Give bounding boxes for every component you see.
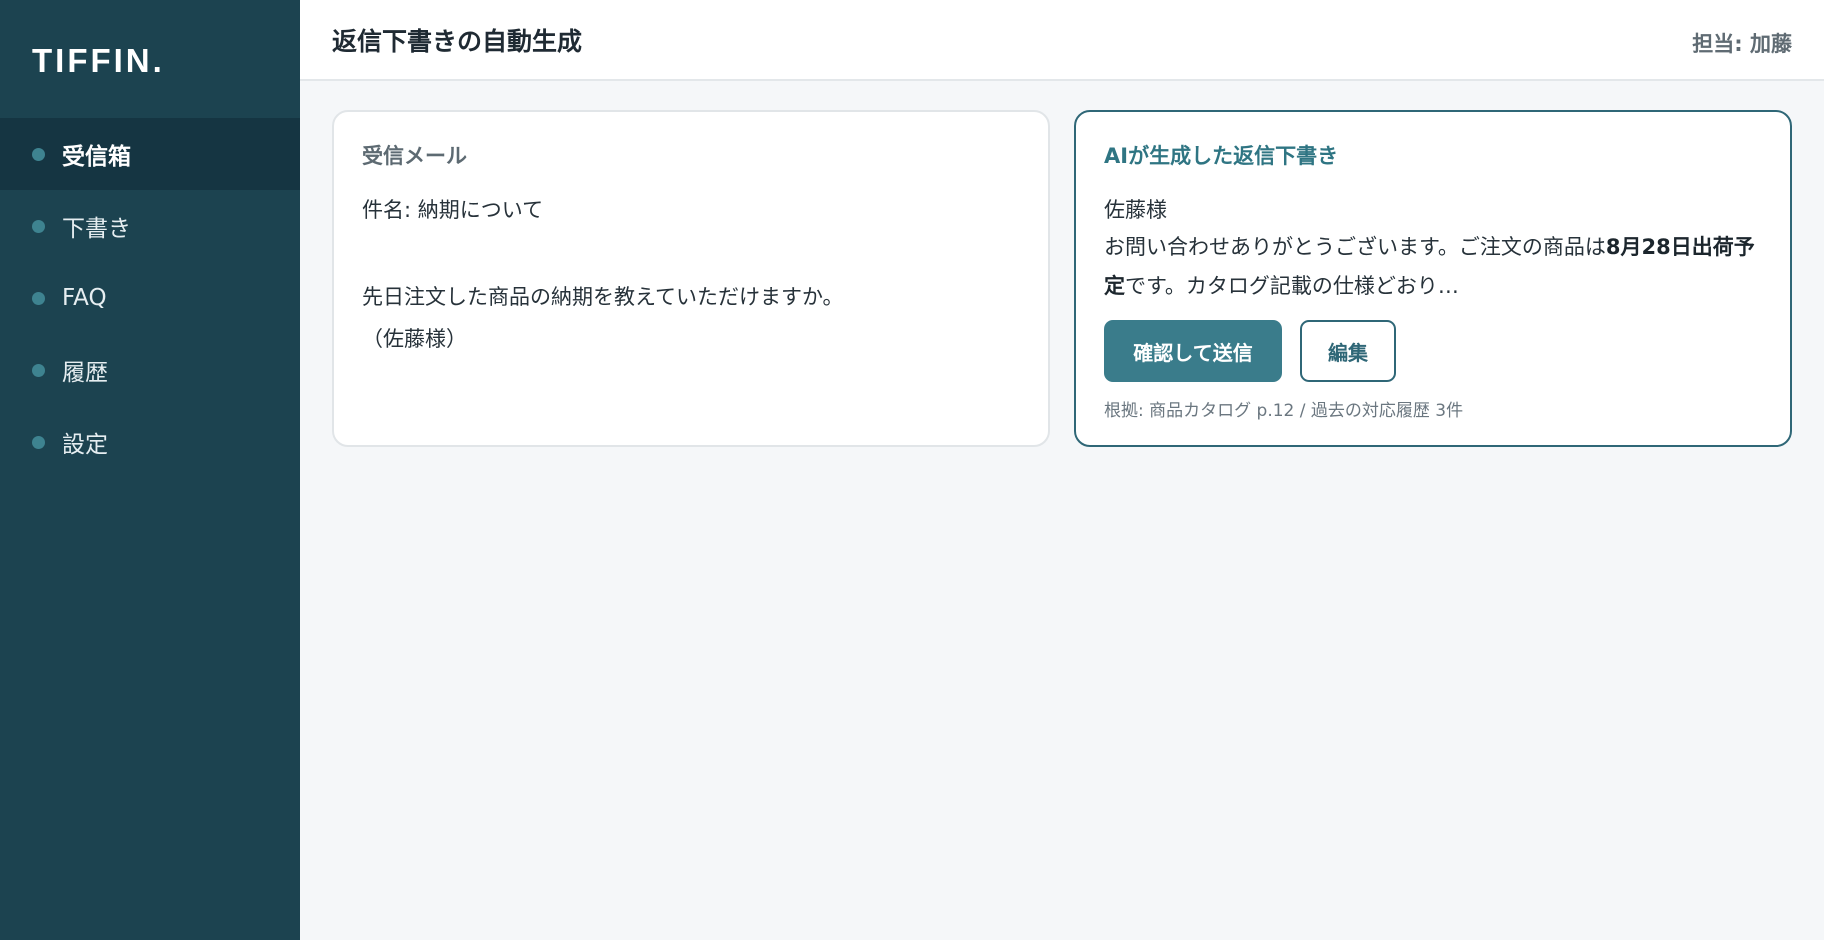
inbox-card-title: 受信メール — [362, 144, 467, 168]
inbox-mail-card: 受信メール 件名: 納期について 先日注文した商品の納期を教えていただけますか。… — [332, 110, 1050, 447]
dot-icon — [32, 363, 45, 377]
mail-sender: （佐藤様） — [362, 327, 467, 351]
sidebar-item-drafts[interactable]: 下書き — [0, 190, 300, 262]
page-title: 返信下書きの自動生成 — [332, 27, 583, 56]
assignee-label: 担当: 加藤 — [1692, 32, 1792, 56]
dot-icon — [32, 147, 45, 161]
draft-body-text: お問い合わせありがとうございます。ご注文の商品は — [1104, 235, 1606, 259]
sidebar-item-label: 下書き — [62, 216, 131, 242]
sidebar-item-inbox[interactable]: 受信箱 — [0, 118, 300, 190]
confirm-send-button[interactable]: 確認して送信 — [1104, 320, 1282, 382]
edit-button[interactable]: 編集 — [1300, 320, 1396, 382]
sidebar-item-label: 設定 — [62, 432, 108, 458]
dot-icon — [32, 435, 45, 449]
draft-greeting: 佐藤様 — [1104, 198, 1167, 222]
mail-body-line: 先日注文した商品の納期を教えていただけますか。 — [362, 285, 844, 309]
dot-icon — [32, 291, 45, 305]
sidebar-item-label: 受信箱 — [62, 144, 131, 170]
sidebar-item-label: FAQ — [62, 285, 107, 311]
sidebar-item-faq[interactable]: FAQ — [0, 262, 300, 334]
page-header: 返信下書きの自動生成 担当: 加藤 — [300, 0, 1824, 81]
draft-sources: 根拠: 商品カタログ p.12 / 過去の対応履歴 3件 — [1104, 401, 1464, 421]
mail-subject: 件名: 納期について — [362, 198, 544, 222]
sidebar: TIFFIN. 受信箱 下書き FAQ 履歴 設定 — [0, 0, 300, 940]
sidebar-item-settings[interactable]: 設定 — [0, 406, 300, 478]
sidebar-item-history[interactable]: 履歴 — [0, 334, 300, 406]
draft-body: お問い合わせありがとうございます。ご注文の商品は8月28日出荷予定です。カタログ… — [1104, 228, 1764, 306]
ai-draft-card: AIが生成した返信下書き 佐藤様 お問い合わせありがとうございます。ご注文の商品… — [1074, 110, 1792, 447]
draft-body-text: です。カタログ記載の仕様どおり… — [1125, 274, 1459, 298]
mail-body: 先日注文した商品の納期を教えていただけますか。 （佐藤様） — [362, 276, 844, 360]
sidebar-item-label: 履歴 — [62, 360, 108, 386]
draft-card-title: AIが生成した返信下書き — [1104, 144, 1339, 168]
app-logo: TIFFIN. — [32, 42, 165, 79]
sidebar-nav: 受信箱 下書き FAQ 履歴 設定 — [0, 118, 300, 478]
dot-icon — [32, 219, 45, 233]
